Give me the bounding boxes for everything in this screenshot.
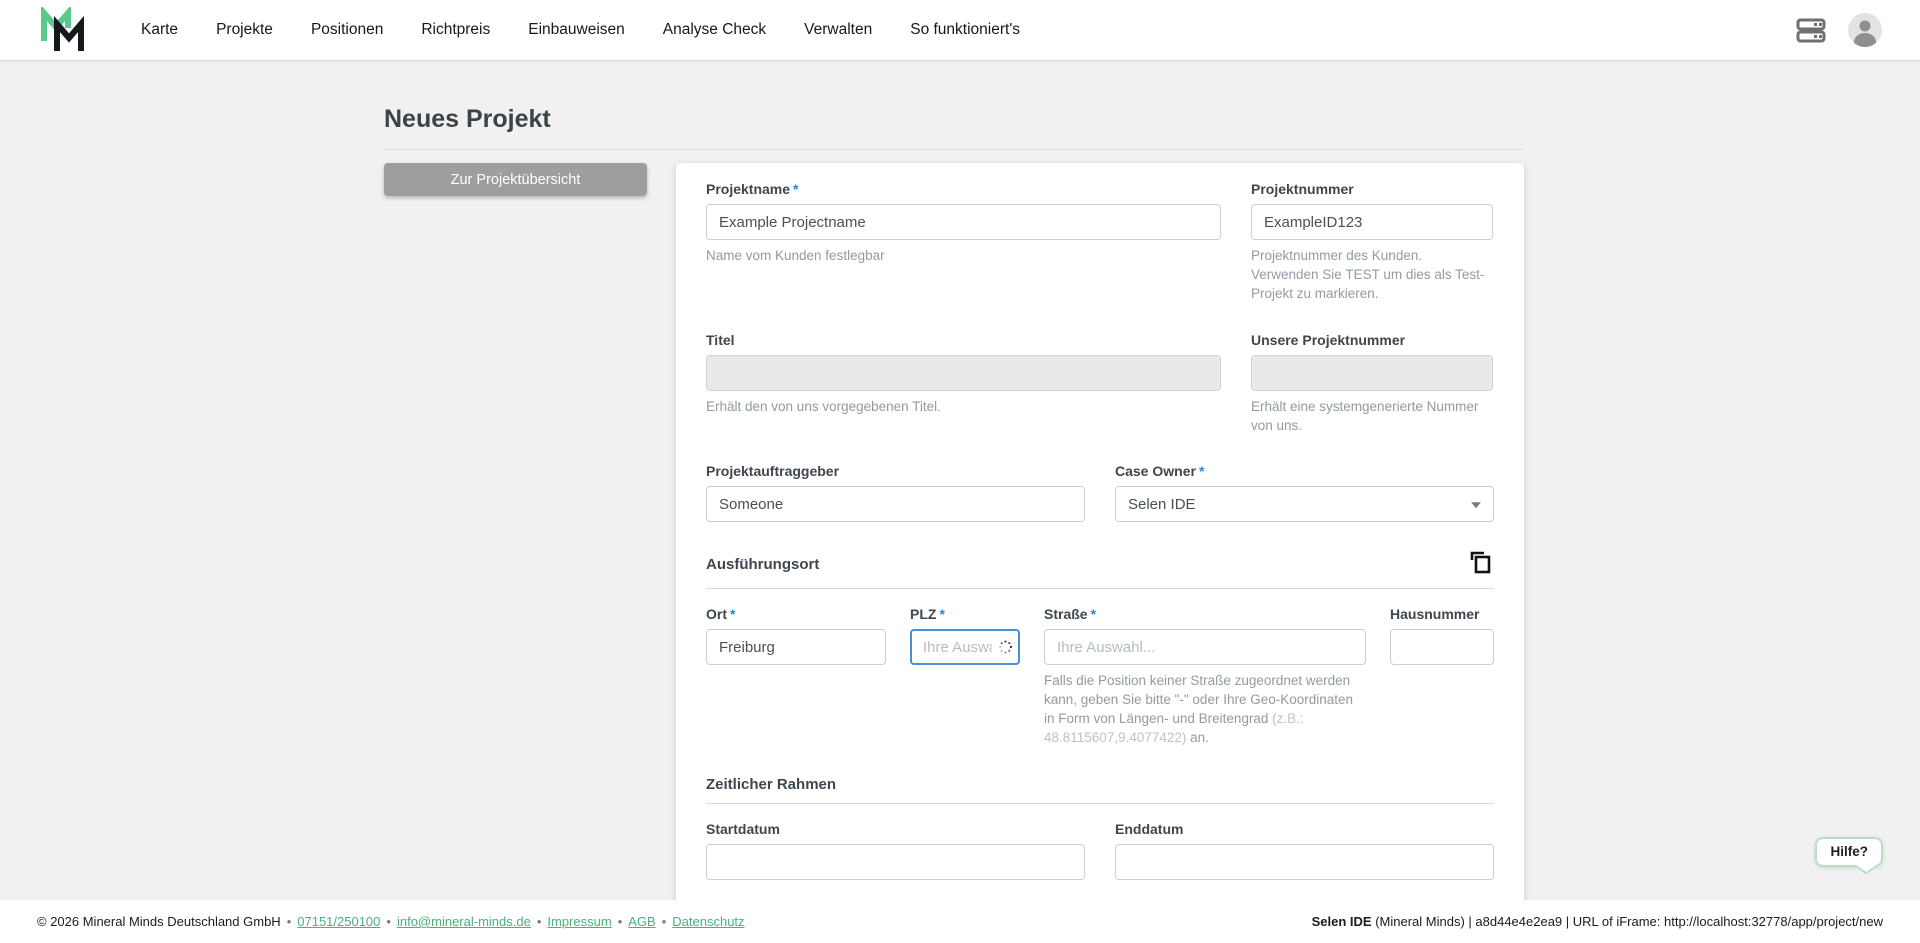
nav-item-so-funktionierts[interactable]: So funktioniert's xyxy=(910,21,1020,39)
unsere-projektnummer-label: Unsere Projektnummer xyxy=(1251,331,1406,348)
project-form-card: Projektname* Name vom Kunden festlegbar … xyxy=(676,163,1524,900)
field-strasse: Straße* Falls die Position keiner Straße… xyxy=(1044,606,1366,748)
ort-input[interactable] xyxy=(706,629,886,666)
footer-session-details: (Mineral Minds) | a8d44e4e2ea9 | URL of … xyxy=(1371,914,1883,929)
main-nav: Karte Projekte Positionen Richtpreis Ein… xyxy=(141,21,1795,39)
projektnummer-label: Projektnummer xyxy=(1251,181,1354,197)
projektname-helper: Name vom Kunden festlegbar xyxy=(706,248,885,263)
hausnummer-input[interactable] xyxy=(1390,629,1494,666)
strasse-input[interactable] xyxy=(1044,629,1366,666)
footer-session-info: Selen IDE (Mineral Minds) | a8d44e4e2ea9… xyxy=(1312,914,1883,929)
ausfuehrungsort-heading: Ausführungsort xyxy=(706,555,820,573)
nav-right-icons xyxy=(1795,12,1883,48)
unsere-projektnummer-helper: Erhält eine systemgenerierte Nummer von … xyxy=(1251,398,1479,433)
left-action-column: Zur Projektübersicht xyxy=(384,163,647,196)
required-asterisk: * xyxy=(793,181,799,197)
strasse-helper: Falls die Position keiner Straße zugeord… xyxy=(1044,673,1354,746)
section-zeitlicher-rahmen-header: Zeitlicher Rahmen xyxy=(706,776,1494,793)
mineral-minds-logo[interactable] xyxy=(37,7,89,53)
required-asterisk: * xyxy=(730,606,736,623)
required-asterisk: * xyxy=(1198,463,1205,480)
case-owner-label: Case Owner * xyxy=(1115,463,1205,480)
user-avatar-icon[interactable] xyxy=(1847,12,1883,48)
case-owner-select[interactable]: Selen IDE xyxy=(1115,486,1494,523)
field-case-owner: Case Owner * Selen IDE xyxy=(1115,463,1494,523)
projektauftraggeber-input[interactable] xyxy=(706,486,1085,523)
projektname-input[interactable] xyxy=(706,204,1221,240)
nav-item-richtpreis[interactable]: Richtpreis xyxy=(421,21,490,39)
back-to-project-overview-button[interactable]: Zur Projektübersicht xyxy=(384,163,647,196)
logo-mark-icon xyxy=(41,7,84,51)
required-asterisk: * xyxy=(1090,606,1097,623)
nav-item-verwalten[interactable]: Verwalten xyxy=(804,21,872,39)
section-divider xyxy=(706,588,1494,590)
chevron-down-icon xyxy=(1471,502,1481,509)
terminal-icon[interactable] xyxy=(1795,14,1827,46)
footer-left: © 2026 Mineral Minds Deutschland GmbH • … xyxy=(37,914,745,929)
projektname-label: Projektname * xyxy=(706,181,799,197)
field-unsere-projektnummer: Unsere Projektnummer Erhält eine systemg… xyxy=(1251,332,1493,436)
required-asterisk: * xyxy=(939,606,945,623)
footer-separator: • xyxy=(386,914,391,929)
help-button[interactable]: Hilfe? xyxy=(1815,837,1883,867)
projektnummer-helper: Projektnummer des Kunden. Verwenden Sie … xyxy=(1251,248,1485,301)
case-owner-value: Selen IDE xyxy=(1128,495,1196,513)
strasse-label: Straße * xyxy=(1044,606,1097,623)
projektauftraggeber-label: Projektauftraggeber xyxy=(706,463,840,480)
field-hausnummer: Hausnummer xyxy=(1390,606,1494,748)
footer-link-phone[interactable]: 07151/250100 xyxy=(297,914,380,929)
plz-label: PLZ * xyxy=(910,606,945,623)
footer-link-impressum[interactable]: Impressum xyxy=(547,914,611,929)
field-titel: Titel Erhält den von uns vorgegebenen Ti… xyxy=(706,332,1221,436)
footer-separator: • xyxy=(661,914,667,929)
section-divider xyxy=(706,803,1494,805)
field-enddatum: Enddatum xyxy=(1115,821,1494,881)
enddatum-input[interactable] xyxy=(1115,844,1494,881)
field-projektauftraggeber: Projektauftraggeber xyxy=(706,463,1085,523)
loading-spinner-icon xyxy=(998,640,1013,655)
help-button-label: Hilfe? xyxy=(1830,844,1868,859)
titel-input xyxy=(706,354,1221,391)
startdatum-label: Startdatum xyxy=(706,821,780,838)
footer-separator: • xyxy=(536,914,542,929)
nav-item-projekte[interactable]: Projekte xyxy=(216,21,273,39)
field-ort: Ort * xyxy=(706,606,886,748)
footer-link-email[interactable]: info@mineral-minds.de xyxy=(397,914,531,929)
field-startdatum: Startdatum xyxy=(706,821,1085,881)
enddatum-label: Enddatum xyxy=(1115,821,1184,838)
footer-separator: • xyxy=(617,914,623,929)
nav-item-karte[interactable]: Karte xyxy=(141,21,178,39)
footer-session-user: Selen IDE xyxy=(1311,914,1372,929)
hausnummer-label: Hausnummer xyxy=(1390,606,1480,623)
footer-copyright: © 2026 Mineral Minds Deutschland GmbH xyxy=(37,914,281,929)
field-projektnummer: Projektnummer Projektnummer des Kunden. … xyxy=(1251,181,1493,304)
nav-item-positionen[interactable]: Positionen xyxy=(311,21,383,39)
field-projektname: Projektname* Name vom Kunden festlegbar xyxy=(706,181,1221,304)
ort-label: Ort * xyxy=(706,606,736,623)
footer-link-datenschutz[interactable]: Datenschutz xyxy=(672,914,744,929)
unsere-projektnummer-input xyxy=(1251,354,1493,391)
titel-helper: Erhält den von uns vorgegebenen Titel. xyxy=(706,398,941,414)
field-plz: PLZ * xyxy=(910,606,1020,748)
nav-item-analyse-check[interactable]: Analyse Check xyxy=(663,21,766,39)
footer-link-agb[interactable]: AGB xyxy=(628,914,655,929)
section-ausfuehrungsort-header: Ausführungsort xyxy=(706,550,1494,578)
footer: © 2026 Mineral Minds Deutschland GmbH • … xyxy=(0,900,1920,943)
main-area: Neues Projekt Zur Projektübersicht Proje… xyxy=(0,61,1920,900)
title-divider xyxy=(384,149,1524,150)
projektnummer-input[interactable] xyxy=(1251,204,1493,240)
titel-label: Titel xyxy=(706,331,735,348)
nav-item-einbauweisen[interactable]: Einbauweisen xyxy=(528,21,625,39)
copy-icon[interactable] xyxy=(1468,550,1494,578)
page-title: Neues Projekt xyxy=(384,105,551,133)
top-nav: Karte Projekte Positionen Richtpreis Ein… xyxy=(0,0,1920,61)
footer-separator: • xyxy=(286,914,292,929)
zeitlicher-rahmen-heading: Zeitlicher Rahmen xyxy=(706,776,837,794)
startdatum-input[interactable] xyxy=(706,844,1085,881)
